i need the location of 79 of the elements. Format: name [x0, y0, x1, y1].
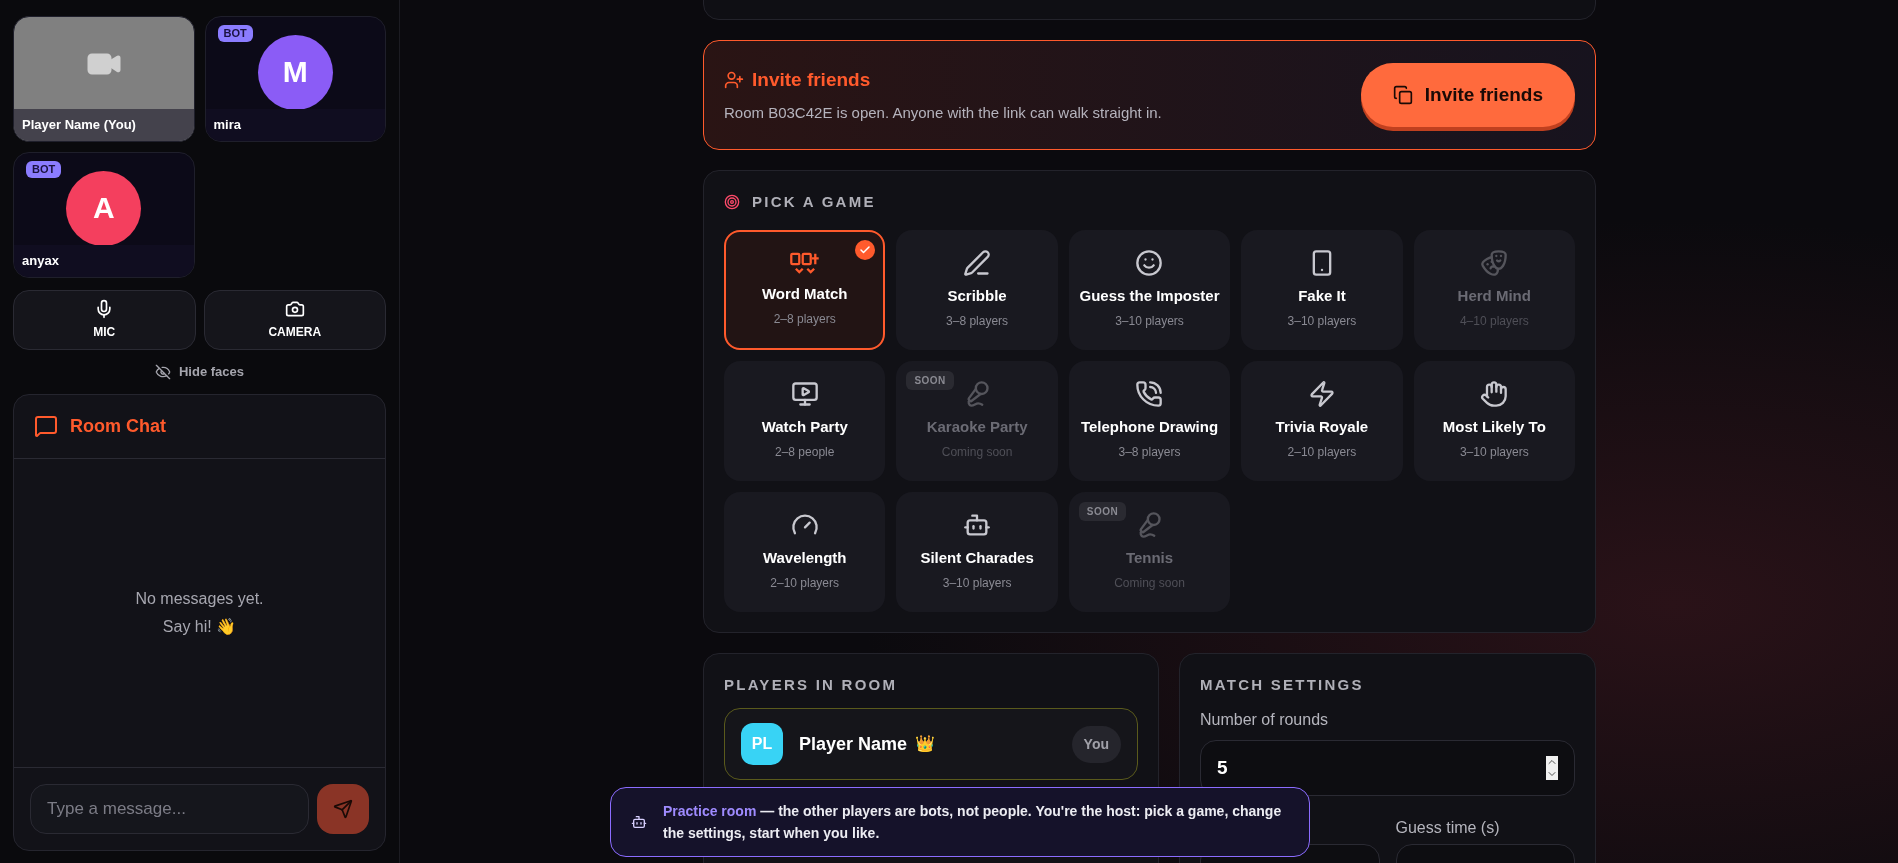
toast-text: Practice room — the other players are bots, not people. You're the host: pick a game, change the settings, start when you like. — [663, 802, 1283, 843]
game-icon — [1135, 249, 1164, 278]
game-tile[interactable]: Word Match 2–8 players — [724, 229, 886, 350]
game-icon — [1480, 380, 1509, 409]
robot-icon — [631, 814, 647, 830]
game-tile[interactable]: Guess the Imposter 3–10 players — [1068, 229, 1231, 350]
hide-faces-button[interactable]: Hide faces — [154, 362, 244, 382]
game-name: Herd Mind — [1457, 286, 1531, 307]
game-icon — [1307, 380, 1336, 409]
game-tile[interactable]: Watch Party 2–8 people — [724, 360, 886, 481]
game-tile[interactable]: Scribble 3–8 players — [896, 229, 1058, 350]
send-icon — [333, 799, 353, 819]
game-name: Silent Charades — [920, 548, 1034, 569]
eye-off-icon — [154, 363, 171, 380]
game-name: Scribble — [947, 286, 1007, 307]
game-name: Watch Party — [761, 417, 848, 438]
check-icon — [855, 239, 876, 260]
game-tile[interactable]: Fake It 3–10 players — [1241, 229, 1403, 350]
empty-chat-text: No messages yet. — [135, 588, 264, 609]
soon-badge: SOON — [1078, 501, 1127, 521]
game-name: Most Likely To — [1442, 417, 1546, 438]
section-title: PLAYERS IN ROOM — [724, 674, 899, 695]
player-name: anyax — [22, 252, 59, 271]
game-players: 2–8 players — [773, 310, 836, 328]
rounds-field[interactable]: 5 — [1200, 740, 1575, 796]
game-icon — [1480, 249, 1509, 278]
game-name: Trivia Royale — [1275, 417, 1369, 438]
invite-title: Invite friends — [752, 67, 871, 92]
send-button[interactable] — [317, 784, 369, 834]
game-players: 2–10 players — [770, 574, 840, 592]
game-tile[interactable]: Trivia Royale 2–10 players — [1241, 360, 1403, 481]
game-name: Karaoke Party — [926, 417, 1028, 438]
add-user-icon — [724, 69, 744, 90]
section-title: PICK A GAME — [752, 192, 876, 212]
game-icon — [790, 380, 819, 409]
game-players: 2–10 players — [1287, 443, 1357, 461]
game-name: Fake It — [1298, 286, 1346, 307]
chat-icon — [34, 414, 58, 438]
game-players: 3–10 players — [942, 574, 1012, 592]
game-icon — [1135, 380, 1164, 409]
field-label: Number of rounds — [1200, 710, 1330, 730]
bot-badge: BOT — [217, 25, 253, 42]
media-button[interactable]: CAMERA — [203, 290, 386, 350]
invite-text: Room B03C42E is open. Anyone with the link can walk straight in. — [724, 103, 1162, 123]
bot-badge: BOT — [26, 161, 62, 178]
game-tile[interactable]: Telephone Drawing 3–8 players — [1068, 360, 1231, 481]
letter-blocks-icon — [788, 251, 821, 276]
message-field[interactable]: Type a message... — [30, 784, 309, 834]
game-players: 2–8 people — [775, 443, 835, 461]
spinner-icon — [1546, 756, 1558, 780]
game-tile[interactable]: Silent Charades 3–10 players — [896, 491, 1058, 612]
copy-icon — [1392, 85, 1413, 105]
target-icon — [724, 194, 740, 211]
camera-icon — [284, 299, 305, 319]
empty-chat-text: Say hi! 👋 — [162, 616, 237, 637]
player-name: Player Name (You) — [22, 116, 136, 135]
player-avatar: PL — [741, 723, 783, 765]
game-players: 3–8 players — [1118, 443, 1181, 461]
game-tile[interactable]: Most Likely To 3–10 players — [1413, 360, 1575, 481]
chat-title: Room Chat — [70, 414, 166, 438]
game-players: 3–10 players — [1115, 312, 1184, 330]
section-title: MATCH SETTINGS — [1200, 674, 1365, 695]
media-button[interactable]: MIC — [13, 290, 196, 350]
game-name: Guess the Imposter — [1079, 286, 1220, 307]
game-name: Telephone Drawing — [1080, 417, 1219, 438]
player-name: mira — [213, 116, 241, 135]
game-players: 3–10 players — [1287, 312, 1357, 330]
you-tag: You — [1071, 725, 1121, 763]
game-players: 3–8 players — [946, 312, 1009, 330]
game-name: Tennis — [1125, 548, 1174, 569]
player-name: Player Name — [799, 732, 908, 756]
field-label: Guess time (s) — [1395, 818, 1501, 836]
game-tile[interactable]: Wavelength 2–10 players — [724, 491, 886, 612]
game-players: 3–10 players — [1459, 443, 1529, 461]
game-name: Word Match — [761, 284, 848, 305]
game-name: Wavelength — [762, 548, 847, 569]
game-icon — [963, 249, 992, 278]
soon-badge: SOON — [906, 370, 954, 390]
crown-icon: 👑 — [915, 732, 936, 756]
